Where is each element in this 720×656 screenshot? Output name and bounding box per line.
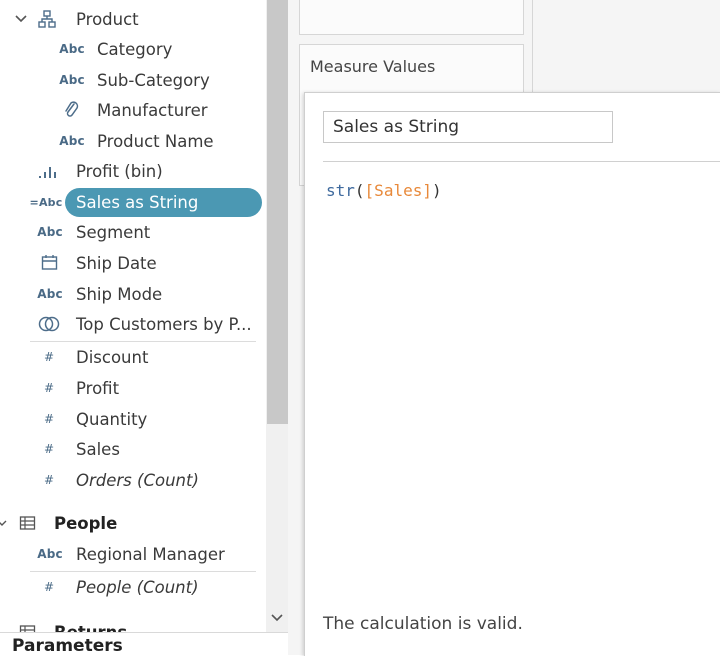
table-icon [18,513,38,533]
field-ship-mode[interactable]: Abc Ship Mode [0,280,256,308]
bin-bars-icon [37,161,61,181]
field-label: Manufacturer [97,100,208,120]
set-icon [37,313,61,335]
field-product-name[interactable]: Abc Product Name [0,127,256,155]
field-label: Ship Date [76,253,157,273]
formula-field-reference: [Sales] [364,181,432,200]
paperclip-icon [62,100,82,120]
calculated-string-icon: =Abc [29,195,63,209]
field-label: Quantity [76,409,148,429]
field-label: Sub-Category [97,70,210,90]
abc-string-icon: Abc [59,42,85,56]
field-label: Ship Mode [76,284,163,304]
field-label: Sales as String [76,192,199,212]
abc-string-icon: Abc [37,547,63,561]
measure-values-title: Measure Values [310,57,436,76]
table-label: People [54,513,118,533]
scrollbar-thumb[interactable] [267,0,288,424]
field-sales[interactable]: # Sales [0,435,256,463]
chevron-down-icon[interactable] [0,513,9,533]
field-quantity[interactable]: # Quantity [0,405,256,433]
folder-label: Product [76,9,139,29]
abc-string-icon: Abc [59,73,85,87]
field-profit-bin[interactable]: Profit (bin) [0,157,256,185]
folder-product[interactable]: Product [0,5,256,33]
field-regional-manager[interactable]: Abc Regional Manager [0,540,256,568]
table-people[interactable]: People [0,509,256,537]
formula-close-paren: ) [431,181,442,200]
field-orders-count[interactable]: # Orders (Count) [0,466,256,494]
field-label: People (Count) [76,577,199,597]
number-measure-icon: # [43,442,55,456]
field-label: Top Customers by P... [76,314,252,334]
field-label: Regional Manager [76,544,225,564]
field-ship-date[interactable]: Ship Date [0,249,256,277]
field-segment[interactable]: Abc Segment [0,218,256,246]
editor-divider [323,161,720,162]
field-label: Segment [76,222,151,242]
abc-string-icon: Abc [37,225,63,239]
field-sales-as-string[interactable]: =Abc Sales as String [0,188,262,216]
formula-open-paren: ( [354,181,365,200]
number-measure-icon: # [43,580,55,594]
number-measure-icon: # [43,350,55,364]
field-label: Category [97,39,173,59]
field-manufacturer[interactable]: Manufacturer [0,96,256,124]
field-label: Profit [76,378,120,398]
number-measure-icon: # [43,412,55,426]
calculation-editor [304,92,720,656]
formula-editor[interactable]: str([Sales]) [326,181,442,200]
field-people-count[interactable]: # People (Count) [0,573,256,601]
shelf-divider [532,0,533,92]
field-label: Discount [76,347,149,367]
formula-function: str [326,181,355,200]
field-label: Product Name [97,131,214,151]
field-discount[interactable]: # Discount [0,343,256,371]
scroll-down-icon[interactable] [266,608,288,628]
field-label: Profit (bin) [76,161,163,181]
field-profit[interactable]: # Profit [0,374,256,402]
calculation-name-input[interactable] [323,111,613,143]
calendar-icon [40,253,60,273]
data-pane: Product Abc Category Abc Sub-Category Ma… [0,0,266,634]
dimension-measure-divider [30,571,256,572]
hierarchy-icon [37,9,57,29]
number-measure-icon: # [43,381,55,395]
field-sub-category[interactable]: Abc Sub-Category [0,66,256,94]
field-label: Sales [76,439,120,459]
field-top-customers[interactable]: Top Customers by P... [0,310,256,338]
chevron-down-icon[interactable] [14,9,28,29]
number-measure-icon: # [43,473,55,487]
abc-string-icon: Abc [37,287,63,301]
parameters-header[interactable]: Parameters [12,636,123,656]
field-label: Orders (Count) [76,470,199,490]
dimension-measure-divider [30,341,256,342]
field-category[interactable]: Abc Category [0,35,256,63]
card-shelf[interactable] [299,0,524,35]
abc-string-icon: Abc [59,134,85,148]
calculation-status: The calculation is valid. [323,614,523,634]
